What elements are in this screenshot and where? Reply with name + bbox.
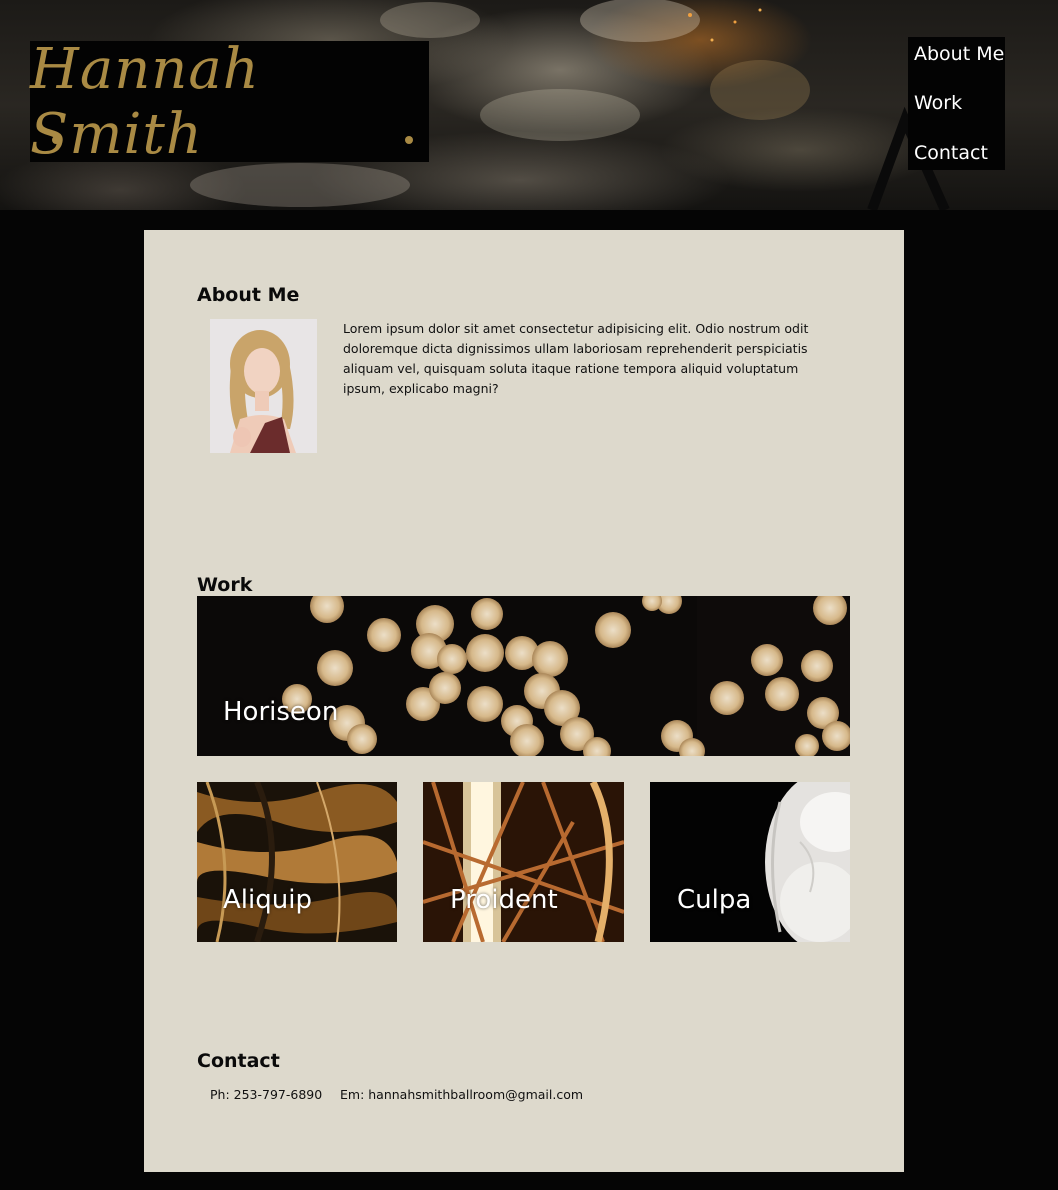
- nav-link-contact[interactable]: Contact: [914, 142, 988, 164]
- project-card-proident[interactable]: Proident: [423, 782, 624, 942]
- edison-bulb-image: [423, 782, 624, 942]
- white-flower-image: [650, 782, 850, 942]
- project-label-proident: Proident: [450, 885, 558, 915]
- profile-photo: [210, 319, 317, 453]
- nav-link-work[interactable]: Work: [914, 92, 962, 114]
- contact-phone: Ph: 253-797-6890: [210, 1087, 323, 1102]
- project-card-culpa[interactable]: Culpa: [650, 782, 850, 942]
- nav-link-about-me[interactable]: About Me: [914, 43, 1004, 65]
- bokeh-lights-image: [197, 596, 850, 756]
- about-heading: About Me: [197, 284, 300, 306]
- work-heading: Work: [197, 574, 253, 596]
- project-label-aliquip: Aliquip: [223, 885, 312, 915]
- project-label-horiseon: Horiseon: [223, 697, 339, 727]
- logo-text: Hannah Smith: [30, 36, 260, 167]
- contact-email[interactable]: Em: hannahsmithballroom@gmail.com: [340, 1087, 583, 1102]
- site-header: Hannah Smith About Me Work Contact: [0, 0, 1058, 210]
- about-paragraph: Lorem ipsum dolor sit amet consectetur a…: [343, 321, 809, 396]
- marble-gold-image: [197, 782, 397, 942]
- main-nav: About Me Work Contact: [908, 37, 1005, 170]
- contact-heading: Contact: [197, 1050, 280, 1072]
- content-panel: About Me Lorem ipsum dolor sit amet cons…: [144, 230, 904, 1172]
- project-card-horiseon[interactable]: Horiseon: [197, 596, 850, 756]
- logo-dot-right: [405, 136, 413, 144]
- project-card-aliquip[interactable]: Aliquip: [197, 782, 397, 942]
- project-label-culpa: Culpa: [677, 885, 752, 915]
- logo[interactable]: Hannah Smith: [30, 36, 429, 167]
